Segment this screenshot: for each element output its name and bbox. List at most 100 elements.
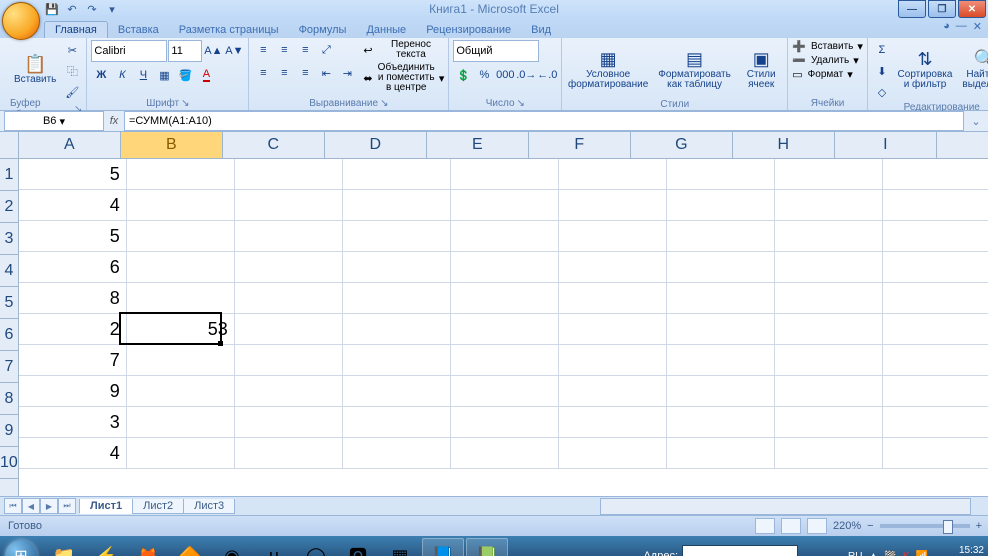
help-icon[interactable]: ◕ xyxy=(943,20,950,33)
cell-A1[interactable]: 5 xyxy=(19,159,127,190)
qat-dropdown-icon[interactable]: ▾ xyxy=(104,1,120,17)
align-right-icon[interactable]: ≡ xyxy=(295,63,315,83)
cell-I5[interactable] xyxy=(883,283,988,314)
cell-B6[interactable]: 53 xyxy=(127,314,235,345)
cell-I10[interactable] xyxy=(883,438,988,469)
col-header-I[interactable]: I xyxy=(835,132,937,158)
insert-cells-button[interactable]: ➕ Вставить ▾ xyxy=(792,40,863,53)
cell-E2[interactable] xyxy=(451,190,559,221)
lang-indicator[interactable]: RU xyxy=(848,551,862,556)
cell-I7[interactable] xyxy=(883,345,988,376)
cell-C6[interactable] xyxy=(235,314,343,345)
cell-E7[interactable] xyxy=(451,345,559,376)
cell-G5[interactable] xyxy=(667,283,775,314)
cut-icon[interactable]: ✂ xyxy=(62,40,82,60)
increase-decimal-icon[interactable]: .0→ xyxy=(516,65,536,85)
horizontal-scrollbar[interactable] xyxy=(600,498,971,515)
decrease-decimal-icon[interactable]: ←.0 xyxy=(537,65,557,85)
tab-page-layout[interactable]: Разметка страницы xyxy=(169,22,289,38)
fill-icon[interactable]: ⬇ xyxy=(872,61,892,81)
row-header-2[interactable]: 2 xyxy=(0,191,18,223)
orientation-icon[interactable]: ⤢ xyxy=(316,40,336,60)
cell-I8[interactable] xyxy=(883,376,988,407)
expand-formula-bar-icon[interactable]: ⌄ xyxy=(968,115,984,128)
cell-H4[interactable] xyxy=(775,252,883,283)
format-as-table-button[interactable]: ▤Форматировать как таблицу xyxy=(652,40,737,98)
row-header-8[interactable]: 8 xyxy=(0,383,18,415)
cell-G4[interactable] xyxy=(667,252,775,283)
font-size[interactable] xyxy=(168,40,202,62)
merge-center-button[interactable]: ⬌ Объединить и поместить в центре ▾ xyxy=(363,63,444,93)
cell-I9[interactable] xyxy=(883,407,988,438)
cell-B4[interactable] xyxy=(127,252,235,283)
network-icon[interactable]: 📶 xyxy=(915,551,927,556)
utorrent-icon[interactable]: µ xyxy=(254,539,294,556)
cell-D8[interactable] xyxy=(343,376,451,407)
cell-E6[interactable] xyxy=(451,314,559,345)
clock[interactable]: 15:32 07.02.2016 xyxy=(934,545,984,556)
comma-icon[interactable]: 000 xyxy=(495,65,515,85)
cell-H2[interactable] xyxy=(775,190,883,221)
cell-B7[interactable] xyxy=(127,345,235,376)
minimize-button[interactable]: — xyxy=(898,0,926,18)
select-all-corner[interactable] xyxy=(0,132,18,159)
cell-H7[interactable] xyxy=(775,345,883,376)
underline-icon[interactable]: Ч xyxy=(133,65,153,85)
cell-H6[interactable] xyxy=(775,314,883,345)
cell-F8[interactable] xyxy=(559,376,667,407)
tab-review[interactable]: Рецензирование xyxy=(416,22,521,38)
redo-icon[interactable]: ↷ xyxy=(84,1,100,17)
sheet-nav-first-icon[interactable]: ⏮ xyxy=(4,498,22,514)
cell-G9[interactable] xyxy=(667,407,775,438)
cell-A3[interactable]: 5 xyxy=(19,221,127,252)
font-color-icon[interactable]: A xyxy=(196,65,216,85)
col-header-E[interactable]: E xyxy=(427,132,529,158)
cell-D5[interactable] xyxy=(343,283,451,314)
row-header-1[interactable]: 1 xyxy=(0,159,18,191)
cell-G10[interactable] xyxy=(667,438,775,469)
col-header-B[interactable]: B xyxy=(121,132,223,158)
word-icon[interactable]: 📘 xyxy=(422,538,464,556)
cell-A9[interactable]: 3 xyxy=(19,407,127,438)
cell-E8[interactable] xyxy=(451,376,559,407)
decrease-indent-icon[interactable]: ⇤ xyxy=(316,63,336,83)
cell-F7[interactable] xyxy=(559,345,667,376)
address-input[interactable] xyxy=(682,545,798,556)
tray-icon[interactable]: ▲ xyxy=(868,551,878,556)
dialog-launcher-icon[interactable]: ↘ xyxy=(380,98,388,109)
cell-F1[interactable] xyxy=(559,159,667,190)
sort-filter-button[interactable]: ⇅Сортировка и фильтр xyxy=(894,40,956,98)
flag-icon[interactable]: 🏁 xyxy=(884,551,896,556)
cell-C1[interactable] xyxy=(235,159,343,190)
row-header-5[interactable]: 5 xyxy=(0,287,18,319)
chrome-icon[interactable]: ◯ xyxy=(296,539,336,556)
copy-icon[interactable]: ⿻ xyxy=(62,61,82,81)
align-top-icon[interactable]: ≡ xyxy=(253,40,273,60)
col-header-D[interactable]: D xyxy=(325,132,427,158)
cell-I2[interactable] xyxy=(883,190,988,221)
increase-indent-icon[interactable]: ⇥ xyxy=(337,63,357,83)
cell-I6[interactable] xyxy=(883,314,988,345)
cell-F10[interactable] xyxy=(559,438,667,469)
fill-color-icon[interactable]: 🪣 xyxy=(175,65,195,85)
cell-H8[interactable] xyxy=(775,376,883,407)
office-button[interactable] xyxy=(2,2,40,40)
cell-A4[interactable]: 6 xyxy=(19,252,127,283)
delete-cells-button[interactable]: ➖ Удалить ▾ xyxy=(792,54,859,67)
cell-D4[interactable] xyxy=(343,252,451,283)
row-header-10[interactable]: 10 xyxy=(0,447,18,479)
col-header-A[interactable]: A xyxy=(19,132,121,158)
bold-icon[interactable]: Ж xyxy=(91,65,111,85)
zoom-out-icon[interactable]: − xyxy=(867,520,873,532)
sheet-tab-2[interactable]: Лист2 xyxy=(132,499,184,514)
cell-B10[interactable] xyxy=(127,438,235,469)
cell-styles-button[interactable]: ▣Стили ячеек xyxy=(739,40,783,98)
cell-D1[interactable] xyxy=(343,159,451,190)
cell-E10[interactable] xyxy=(451,438,559,469)
cell-G1[interactable] xyxy=(667,159,775,190)
winamp-icon[interactable]: ⚡ xyxy=(86,539,126,556)
close-workbook-icon[interactable]: ✕ xyxy=(973,20,982,33)
cell-C9[interactable] xyxy=(235,407,343,438)
minimize-ribbon-icon[interactable]: — xyxy=(956,20,967,33)
cell-D3[interactable] xyxy=(343,221,451,252)
